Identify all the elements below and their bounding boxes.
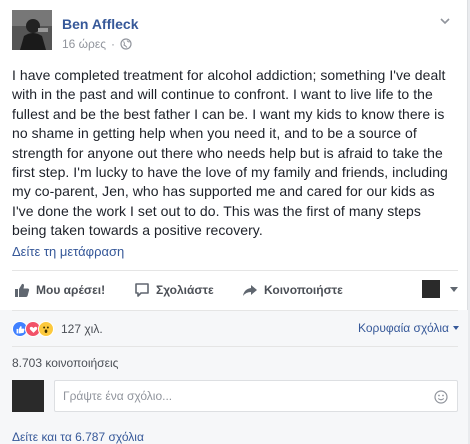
comment-input[interactable] xyxy=(54,380,458,412)
view-all-comments-link[interactable]: Δείτε και τα 6.787 σχόλια xyxy=(12,430,144,444)
meta-separator: · xyxy=(111,37,116,51)
comment-composer xyxy=(12,378,458,412)
viewer-avatar[interactable] xyxy=(422,280,440,298)
divider xyxy=(12,346,458,347)
top-comments-dropdown[interactable]: Κορυφαία σχόλια xyxy=(358,321,459,335)
post-options-chevron-icon[interactable] xyxy=(438,14,452,28)
like-label: Μου αρέσει! xyxy=(36,283,106,297)
shares-count-link[interactable]: 8.703 κοινοποιήσεις xyxy=(12,356,118,370)
share-label: Κοινοποιήστε xyxy=(264,283,343,297)
comment-label: Σχολιάστε xyxy=(156,283,214,297)
thumbs-up-icon xyxy=(15,283,30,297)
like-button[interactable]: Μου αρέσει! xyxy=(14,282,105,298)
globe-icon[interactable] xyxy=(120,38,132,50)
comment-icon xyxy=(135,283,149,297)
post-timestamp[interactable]: 16 ώρες xyxy=(62,37,106,51)
reactions-summary[interactable]: 127 χιλ. xyxy=(12,320,103,338)
comment-button[interactable]: Σχολιάστε xyxy=(134,282,214,298)
share-icon xyxy=(243,285,257,296)
emoji-icon[interactable] xyxy=(434,390,448,404)
top-comments-label: Κορυφαία σχόλια xyxy=(357,321,449,335)
post-actions-bar: Μου αρέσει! Σχολιάστε Κοινοποιήστε xyxy=(12,280,458,302)
post-card: Ben Affleck 16 ώρες · I have completed t… xyxy=(0,0,468,444)
divider xyxy=(12,310,458,311)
commenter-avatar xyxy=(12,380,44,412)
post-header: Ben Affleck 16 ώρες · xyxy=(12,10,452,54)
divider xyxy=(12,270,458,271)
see-translation-link[interactable]: Δείτε τη μετάφραση xyxy=(12,244,124,259)
author-avatar[interactable] xyxy=(12,10,52,50)
chevron-down-icon xyxy=(453,326,459,330)
wow-icon xyxy=(38,321,54,337)
chevron-down-icon[interactable] xyxy=(450,287,458,292)
reaction-count: 127 χιλ. xyxy=(61,322,103,336)
share-button[interactable]: Κοινοποιήστε xyxy=(242,282,343,298)
post-meta: 16 ώρες · xyxy=(62,37,132,51)
author-name[interactable]: Ben Affleck xyxy=(62,16,139,32)
post-body-text: I have completed treatment for alcohol a… xyxy=(12,67,448,239)
